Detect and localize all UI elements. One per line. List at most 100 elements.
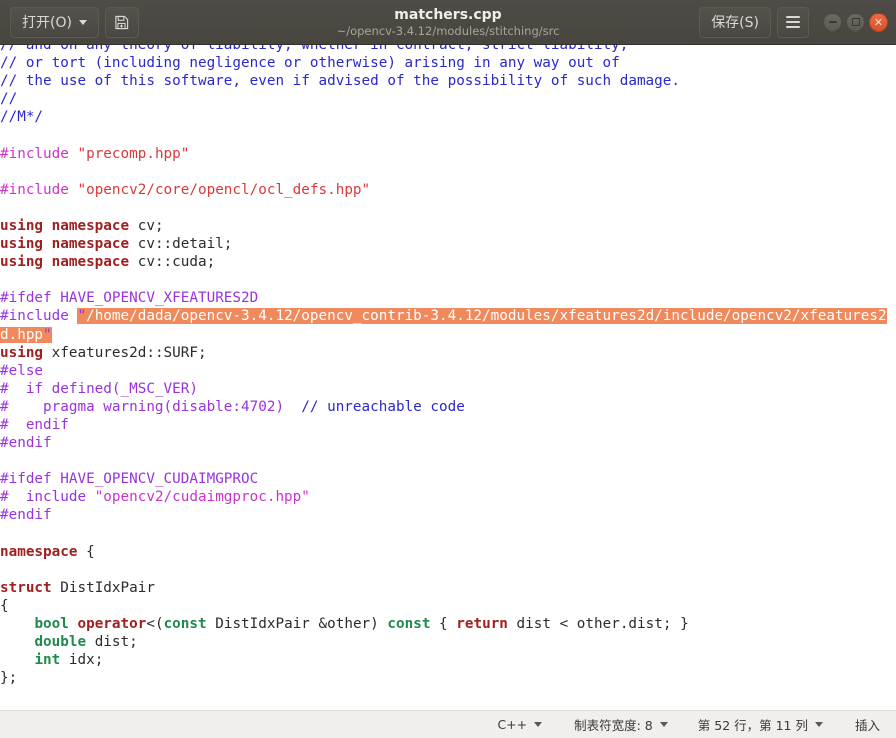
save-disk-icon <box>114 15 129 30</box>
code-token: "opencv2/core/opencl/ocl_defs.hpp" <box>77 181 371 198</box>
code-token: // the use of this software, even if adv… <box>0 73 680 90</box>
code-line: # include "opencv2/cudaimgproc.hpp" <box>0 488 896 506</box>
titlebar-right-controls: 保存(S) ✕ <box>699 6 888 38</box>
code-line: #else <box>0 362 896 380</box>
save-as-button[interactable] <box>104 6 139 38</box>
code-line: // the use of this software, even if adv… <box>0 72 896 90</box>
chevron-down-icon <box>534 722 543 727</box>
code-line: // and on any theory of liability, wheth… <box>0 45 896 54</box>
code-line: using xfeatures2d::SURF; <box>0 344 896 362</box>
save-button[interactable]: 保存(S) <box>699 6 771 38</box>
maximize-icon <box>851 18 860 26</box>
code-token: using <box>0 344 44 361</box>
code-token: #include <box>0 181 69 198</box>
code-line: using namespace cv::cuda; <box>0 253 896 271</box>
code-token: return <box>456 616 508 632</box>
code-line: ​ <box>0 452 896 470</box>
code-token: DistIdxPair &other) <box>206 616 388 632</box>
code-token: { <box>77 543 95 560</box>
code-token: #ifdef <box>0 290 52 307</box>
language-selector[interactable]: C++ <box>495 717 544 732</box>
code-line: #ifdef HAVE_OPENCV_XFEATURES2D <box>0 289 896 307</box>
code-token: xfeatures2d::SURF; <box>43 344 207 361</box>
code-token: const <box>163 616 207 632</box>
code-token: "opencv2/cudaimgproc.hpp" <box>94 489 310 506</box>
code-line: #endif <box>0 506 896 524</box>
text-editor-area[interactable]: // and on any theory of liability, wheth… <box>0 45 896 710</box>
code-token: // or tort (including negligence or othe… <box>0 55 620 72</box>
hamburger-menu-icon-bar <box>786 26 800 28</box>
code-token: using namespace <box>0 236 130 253</box>
minimize-icon <box>828 21 837 23</box>
code-token: // unreachable code <box>301 398 465 415</box>
code-line: }; <box>0 669 896 687</box>
code-token: // and on any theory of liability, wheth… <box>0 45 629 53</box>
code-line: # endif <box>0 416 896 434</box>
code-token: }; <box>0 670 18 687</box>
maximize-button[interactable] <box>846 12 865 32</box>
statusbar: C++ 制表符宽度: 8 第 52 行，第 11 列 插入 <box>0 710 896 738</box>
code-token: /home/dada/opencv-3.4.12/opencv_contrib-… <box>0 308 887 343</box>
cursor-position-selector[interactable]: 第 52 行，第 11 列 <box>696 715 825 734</box>
code-token: using namespace <box>0 217 130 234</box>
code-token: cv::cuda; <box>129 254 216 271</box>
code-line: bool operator<(const DistIdxPair &other)… <box>0 615 896 633</box>
open-button-label: 打开(O) <box>22 15 72 31</box>
code-line: using namespace cv; <box>0 217 896 235</box>
code-token: { <box>0 597 9 614</box>
window-controls: ✕ <box>823 12 888 32</box>
code-token: const <box>387 616 431 632</box>
code-line: { <box>0 597 896 615</box>
gedit-window: matchers.cpp ~/opencv-3.4.12/modules/sti… <box>0 0 896 738</box>
code-line: // <box>0 90 896 108</box>
code-line: #ifdef HAVE_OPENCV_CUDAIMGPROC <box>0 470 896 488</box>
code-token: cv::detail; <box>129 236 233 253</box>
code-token: //M*/ <box>0 109 44 126</box>
code-token: bool <box>34 616 69 632</box>
minimize-button[interactable] <box>823 12 842 32</box>
code-token: { <box>430 616 457 632</box>
code-token: namespace <box>0 543 78 560</box>
code-token: #endif <box>0 507 52 524</box>
code-line: #include "/home/dada/opencv-3.4.12/openc… <box>0 307 896 343</box>
code-line: //M*/ <box>0 108 896 126</box>
code-token: HAVE_OPENCV_XFEATURES2D <box>51 290 259 307</box>
hamburger-menu-button[interactable] <box>777 6 809 38</box>
code-token: dist < other.dist; } <box>507 616 689 632</box>
code-line: ​ <box>0 525 896 543</box>
code-line: ​ <box>0 126 896 144</box>
close-button[interactable]: ✕ <box>869 12 888 32</box>
tab-width-selector[interactable]: 制表符宽度: 8 <box>572 715 670 734</box>
code-line: #endif <box>0 434 896 452</box>
hamburger-menu-icon-bar <box>786 16 800 18</box>
code-line: namespace { <box>0 543 896 561</box>
code-token: dist; <box>86 634 138 651</box>
code-token: #include <box>0 145 69 162</box>
code-line: #include "opencv2/core/opencl/ocl_defs.h… <box>0 181 896 199</box>
open-button[interactable]: 打开(O) <box>10 6 99 38</box>
titlebar: matchers.cpp ~/opencv-3.4.12/modules/sti… <box>0 0 896 45</box>
code-token: struct <box>0 579 52 596</box>
code-line: ​ <box>0 199 896 217</box>
code-line: int idx; <box>0 651 896 669</box>
code-token: #include <box>0 308 69 325</box>
insert-mode-label: 插入 <box>854 718 880 733</box>
close-icon: ✕ <box>873 15 884 29</box>
chevron-down-icon <box>78 19 87 25</box>
cursor-position-label: 第 52 行，第 11 列 <box>697 718 808 733</box>
code-content[interactable]: // and on any theory of liability, wheth… <box>0 45 896 687</box>
code-token: double <box>34 634 87 651</box>
chevron-down-icon <box>814 722 823 727</box>
code-token: # pragma warning(disable:4702) <box>0 398 285 415</box>
code-line: #include "precomp.hpp" <box>0 145 896 163</box>
code-token: "precomp.hpp" <box>77 145 190 162</box>
code-token: // <box>0 91 18 108</box>
chevron-down-icon <box>659 722 668 727</box>
code-token: <( <box>146 616 164 632</box>
code-token: " <box>77 308 87 325</box>
code-token: DistIdxPair <box>51 579 155 596</box>
